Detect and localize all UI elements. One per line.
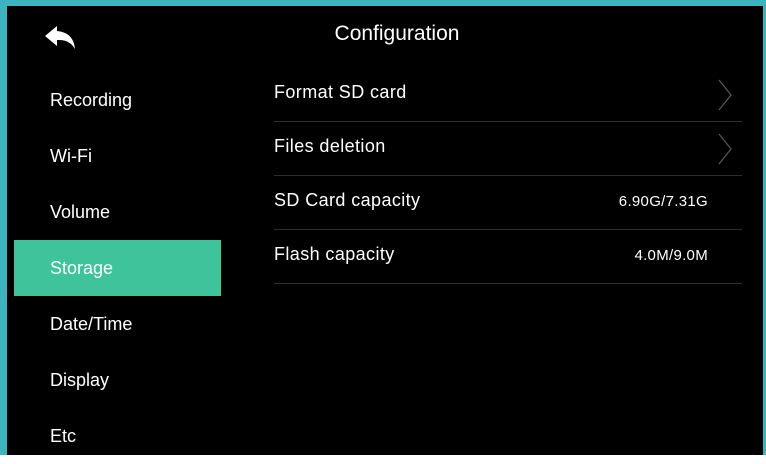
chevron-right-icon	[718, 133, 732, 165]
row-label: SD Card capacity	[274, 190, 421, 210]
flash-capacity-value: 4.0M/9.0M	[634, 247, 708, 264]
sidebar-item-recording[interactable]: Recording	[14, 72, 221, 128]
page-title: Configuration	[334, 22, 460, 45]
sidebar-item-volume[interactable]: Volume	[14, 184, 221, 240]
row-label: Files deletion	[274, 136, 386, 156]
sidebar-item-storage[interactable]: Storage	[14, 240, 221, 296]
sidebar-item-etc[interactable]: Etc	[14, 408, 221, 464]
sidebar-item-date-time[interactable]: Date/Time	[14, 296, 221, 352]
sidebar-item-display[interactable]: Display	[14, 352, 221, 408]
files-deletion-row[interactable]: Files deletion	[274, 122, 742, 176]
row-label: Format SD card	[274, 82, 407, 102]
sd-card-capacity-row: SD Card capacity 6.90G/7.31G	[274, 176, 742, 230]
row-label: Flash capacity	[274, 244, 395, 264]
flash-capacity-row: Flash capacity 4.0M/9.0M	[274, 230, 742, 284]
sidebar-item-wifi[interactable]: Wi-Fi	[14, 128, 221, 184]
chevron-right-icon	[718, 79, 732, 111]
storage-settings-list: Format SD card Files deletion SD Card ca…	[274, 68, 742, 284]
sidebar: Recording Wi-Fi Volume Storage Date/Time…	[14, 72, 221, 464]
configuration-screen: Configuration Recording Wi-Fi Volume Sto…	[7, 6, 763, 455]
sd-card-capacity-value: 6.90G/7.31G	[618, 193, 708, 210]
format-sd-card-row[interactable]: Format SD card	[274, 68, 742, 122]
